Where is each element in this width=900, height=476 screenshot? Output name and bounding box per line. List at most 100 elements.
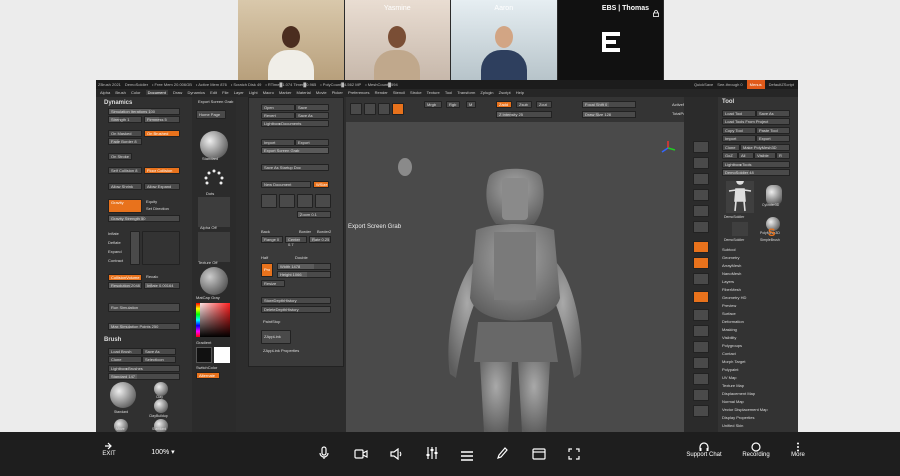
tool-subpalette-unified-skin[interactable]: Unified Skin [722, 423, 743, 428]
zbrush-window[interactable]: ZBrush 2021 DemoSoldier • Free Mem 20.00… [96, 80, 798, 432]
tool-subpalette-vector-displacement-map[interactable]: Vector Displacement Map [722, 407, 768, 412]
doc-icon-1[interactable] [261, 194, 277, 208]
lightbox-tools-button[interactable]: Lightbox▸Tools [722, 161, 790, 168]
on-masked-button[interactable]: On Masked [108, 130, 142, 137]
z-intensity-slider[interactable]: Z Intensity 25 [496, 111, 552, 118]
on-stroke-button[interactable]: On Stroke [108, 153, 132, 160]
all-button[interactable]: All [738, 152, 754, 159]
m-toggle[interactable]: M [466, 101, 476, 108]
shelf-icon-aahalf[interactable] [693, 221, 709, 233]
menu-help[interactable]: Help [516, 90, 524, 95]
shelf-icon-transp[interactable] [693, 405, 709, 417]
allow-expand-button[interactable]: Allow Expand [144, 183, 180, 190]
exit-button[interactable]: EXIT [98, 442, 120, 457]
menu-picker[interactable]: Picker [332, 90, 343, 95]
shelf-icon-move[interactable] [693, 341, 709, 353]
shelf-icon-spix[interactable] [693, 157, 709, 169]
menu-edit[interactable]: Edit [210, 90, 217, 95]
menu-tool[interactable]: Tool [445, 90, 452, 95]
menu-draw[interactable]: Draw [173, 90, 182, 95]
zsub-toggle[interactable]: Zsub [516, 101, 532, 108]
tool-subpalette-morph-target[interactable]: Morph Target [722, 359, 746, 364]
texture-preview[interactable] [198, 232, 230, 262]
support-chat-button[interactable]: Support Chat [682, 442, 726, 458]
color-picker[interactable] [196, 303, 230, 337]
menu-zplugin[interactable]: Zplugin [480, 90, 493, 95]
allow-shrink-button[interactable]: Allow Shrink [108, 183, 142, 190]
inflate-value-slider[interactable]: Inflate 0.00164 [144, 282, 180, 289]
pro-button[interactable]: Pro [261, 263, 273, 277]
shelf-icon-persp[interactable] [693, 241, 709, 253]
load-tools-from-project-button[interactable]: Load Tools From Project [722, 118, 790, 125]
shelf-icon-bpr[interactable] [693, 141, 709, 153]
move-mode-button[interactable] [364, 103, 376, 115]
menu-stencil[interactable]: Stencil [393, 90, 405, 95]
menu-icon[interactable] [460, 448, 474, 466]
import-button[interactable]: Import [261, 139, 295, 146]
menus-button[interactable]: Menus [746, 80, 765, 89]
recalc-button[interactable]: Recalc [146, 274, 158, 279]
camera-icon[interactable] [354, 447, 368, 465]
lightbox-documents-button[interactable]: Lightbox▸Documents [261, 120, 329, 127]
tool-clone-button[interactable]: Clone [722, 144, 740, 151]
tool-subpalette-fibermesh[interactable]: FiberMesh [722, 287, 741, 292]
brush-standard-slider[interactable]: Standard 147 [108, 373, 180, 380]
tool-subpalette-deformation[interactable]: Deformation [722, 319, 744, 324]
expand-label[interactable]: Expand [108, 249, 122, 254]
max-sim-points-slider[interactable]: Max Simulation Points 250 [108, 323, 180, 330]
tool-subpalette-texture-map[interactable]: Texture Map [722, 383, 744, 388]
load-brush-button[interactable]: Load Brush [108, 348, 142, 355]
doc-icon-3[interactable] [297, 194, 313, 208]
back-label[interactable]: Back [261, 229, 270, 234]
tool-subpalette-geometry-hd[interactable]: Geometry HD [722, 295, 746, 300]
visible-button[interactable]: Visible [754, 152, 776, 159]
zbrush-viewport[interactable]: Export Screen Grab [346, 122, 684, 432]
navigation-gizmo-icon[interactable] [660, 140, 676, 156]
menu-file[interactable]: File [222, 90, 228, 95]
see-through-slider[interactable]: See-through 0 [717, 80, 742, 89]
sim-iterations-slider[interactable]: Simulation Iterations 100 [108, 108, 180, 115]
more-button[interactable]: More [786, 442, 810, 458]
zoom-dropdown[interactable]: 100% ▾ [148, 448, 178, 456]
zadd-toggle[interactable]: Zadd [496, 101, 512, 108]
store-depth-history-button[interactable]: StoreDepthHistory [261, 297, 331, 304]
menu-marker[interactable]: Marker [279, 90, 291, 95]
tool-thumb-demosoldier2[interactable] [732, 222, 748, 236]
tool-subpalette-nanomesh[interactable]: NanoMesh [722, 271, 741, 276]
tool-subpalette-polygroups[interactable]: Polygroups [722, 343, 742, 348]
menu-texture[interactable]: Texture [427, 90, 440, 95]
menu-movie[interactable]: Movie [316, 90, 327, 95]
rotate-mode-button[interactable] [392, 103, 404, 115]
menu-preferences[interactable]: Preferences [348, 90, 370, 95]
paint-stop-label[interactable]: PaintStop [263, 319, 280, 324]
fade-border-slider[interactable]: Fade Border 8 [108, 138, 142, 145]
height-slider[interactable]: Height 1066 [277, 271, 331, 278]
gravity-button[interactable]: Gravity [108, 199, 142, 213]
lightbox-brushes-button[interactable]: Lightbox▸Brushes [108, 365, 180, 372]
shelf-icon-frame[interactable] [693, 325, 709, 337]
shelf-icon-scroll[interactable] [693, 173, 709, 185]
brush-save-as-button[interactable]: Save As [142, 348, 176, 355]
shelf-icon-local[interactable] [693, 273, 709, 285]
alternate-button[interactable]: Alternate [196, 372, 220, 379]
dynamics-profile-curve[interactable] [142, 231, 180, 265]
tool-subpalette-normal-map[interactable]: Normal Map [722, 399, 744, 404]
scale-mode-button[interactable] [378, 103, 390, 115]
tool-subpalette-uv-map[interactable]: UV Map [722, 375, 736, 380]
speaker-icon[interactable] [390, 447, 404, 465]
run-simulation-button[interactable]: Run Simulation [108, 303, 180, 312]
shelf-icon-zoom[interactable] [693, 189, 709, 201]
shelf-icon-xyz[interactable] [693, 309, 709, 321]
brush-clay-thumbnail[interactable] [154, 382, 168, 396]
shelf-icon-lsym[interactable] [693, 291, 709, 303]
focal-shift-slider[interactable]: Focal Shift 0 [582, 101, 636, 108]
secondary-color-swatch[interactable] [214, 347, 230, 363]
tool-subpalette-display-properties[interactable]: Display Properties [722, 415, 754, 420]
wsize-button[interactable]: WSize [313, 181, 329, 188]
participant-tile-4[interactable]: EBS | Thomas [557, 0, 663, 80]
rate-slider[interactable]: Rate 0.25 [309, 236, 331, 243]
menu-alpha[interactable]: Alpha [100, 90, 110, 95]
zapplink-properties-label[interactable]: ZAppLink Properties [263, 348, 299, 353]
draw-mode-button[interactable] [350, 103, 362, 115]
tool-subpalette-masking[interactable]: Masking [722, 327, 737, 332]
